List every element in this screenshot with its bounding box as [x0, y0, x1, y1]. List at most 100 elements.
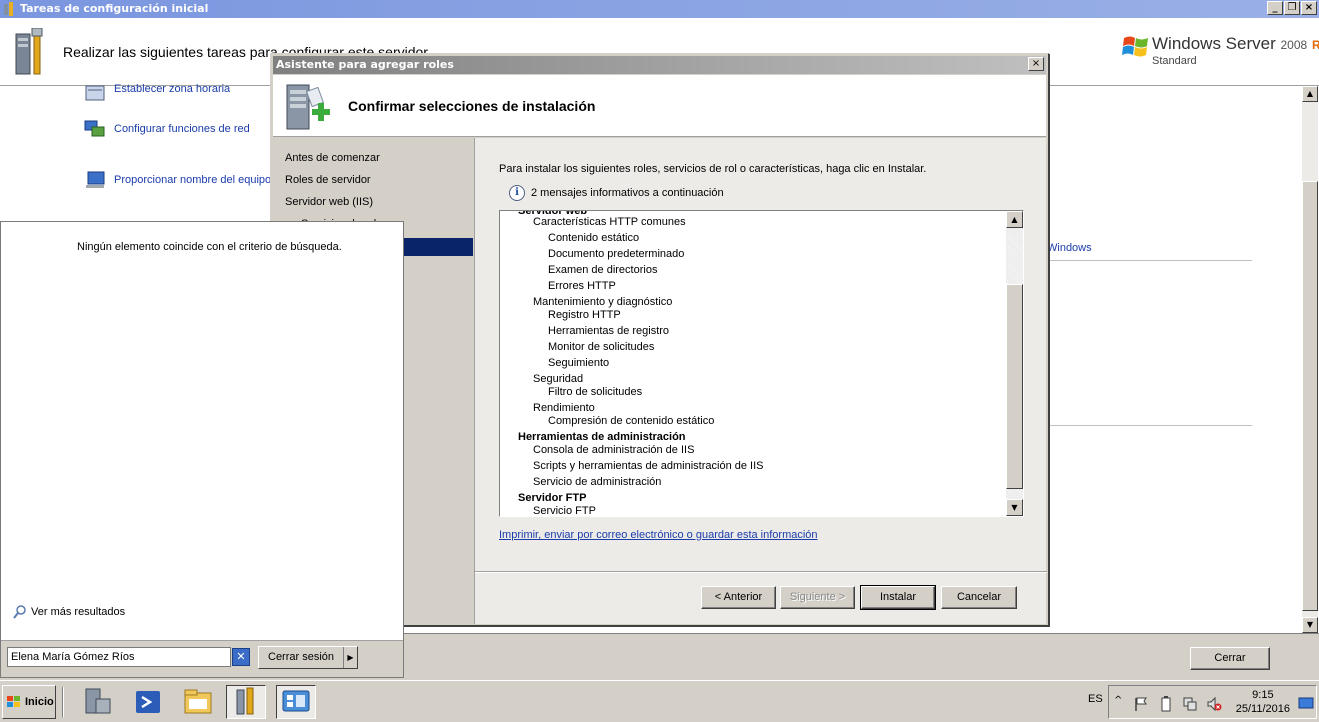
list-scroll-up-button[interactable]: ▲ — [1006, 211, 1023, 228]
add-roles-taskbar-button[interactable] — [276, 685, 316, 719]
powershell-icon[interactable] — [128, 685, 168, 719]
clock-date: 25/11/2016 — [1235, 703, 1290, 715]
info-icon: i — [509, 185, 525, 201]
close-button[interactable]: × — [1301, 1, 1317, 15]
scroll-down-button[interactable]: ▼ — [1302, 617, 1318, 633]
scroll-up-button[interactable]: ▲ — [1302, 86, 1318, 102]
windows-logo-icon — [1122, 36, 1148, 57]
dialog-header: Confirmar selecciones de instalación — [273, 75, 1046, 137]
vertical-scrollbar[interactable]: ▲ ▼ — [1302, 86, 1318, 633]
dialog-close-button[interactable]: × — [1028, 57, 1044, 71]
brand-edition: Standard — [1152, 55, 1197, 67]
divider — [1047, 425, 1252, 426]
install-button[interactable]: Instalar — [860, 585, 936, 610]
dialog-title: Asistente para agregar roles — [276, 58, 454, 71]
link-set-timezone[interactable]: Establecer zona horaria — [114, 83, 230, 95]
roles-wizard-icon — [282, 690, 310, 712]
next-button[interactable]: Siguiente > — [780, 586, 855, 609]
start-search-input[interactable]: Elena María Gómez Ríos — [7, 647, 231, 667]
list-item: Herramientas de registro — [548, 325, 670, 337]
clock-icon — [85, 85, 105, 101]
server-tools-icon — [15, 28, 43, 75]
dialog-separator — [475, 571, 1047, 573]
clock-time: 9:15 — [1252, 689, 1274, 701]
start-menu-bottom: Elena María Gómez Ríos ✕ Cerrar sesión ▶ — [1, 640, 403, 677]
selections-list[interactable]: Servidor web Características HTTP comunes… — [499, 210, 1024, 517]
clock[interactable]: 9:15 25/11/2016 — [1236, 688, 1290, 716]
start-button[interactable]: Inicio — [2, 685, 56, 719]
brand-release: R2 — [1311, 38, 1319, 52]
no-results-text: Ningún elemento coincide con el criterio… — [77, 241, 342, 253]
minimize-button[interactable]: _ — [1267, 1, 1283, 15]
link-configure-network[interactable]: Configurar funciones de red — [114, 123, 250, 135]
list-item: Registro HTTP — [548, 309, 621, 321]
list-item: Servicio FTP — [533, 505, 596, 517]
log-off-label: Cerrar sesión — [268, 651, 335, 663]
server-manager-icon[interactable] — [78, 685, 118, 719]
brand-name: Windows Server — [1152, 34, 1276, 53]
volume-muted-icon[interactable] — [1206, 696, 1222, 712]
explorer-folder-icon[interactable] — [178, 685, 218, 719]
list-scrollbar[interactable]: ▲ ▼ — [1006, 211, 1023, 516]
language-indicator[interactable]: ES — [1088, 693, 1103, 705]
add-role-icon — [286, 84, 330, 130]
list-item: Filtro de solicitudes — [548, 386, 643, 398]
start-label: Inicio — [25, 696, 54, 708]
taskbar: Inicio ES ^ 9:15 25/11/2016 — [0, 680, 1319, 722]
initial-config-taskbar-button[interactable] — [226, 685, 266, 719]
window-title: Tareas de configuración inicial — [20, 2, 209, 15]
list-item: Seguridad — [533, 373, 584, 385]
network-icon — [84, 120, 105, 137]
start-menu: Ningún elemento coincide con el criterio… — [0, 221, 404, 678]
link-windows[interactable]: Windows — [1047, 242, 1092, 254]
list-item: Monitor de solicitudes — [548, 341, 655, 353]
print-email-save-link[interactable]: Imprimir, enviar por correo electrónico … — [499, 529, 818, 541]
brand-version: 2008 — [1280, 38, 1308, 52]
intro-text: Para instalar los siguientes roles, serv… — [499, 163, 927, 175]
nav-item-web-server[interactable]: Servidor web (IIS) — [285, 196, 373, 208]
info-messages: i 2 mensajes informativos a continuación — [509, 185, 724, 201]
list-item: Mantenimiento y diagnóstico — [533, 296, 673, 308]
back-button[interactable]: < Anterior — [701, 586, 776, 609]
restore-button[interactable]: ❐ — [1284, 1, 1300, 15]
list-item: Scripts y herramientas de administración… — [533, 460, 764, 472]
wizard-content: Para instalar los siguientes roles, serv… — [474, 138, 1047, 624]
tools-icon — [236, 687, 254, 715]
list-item: Documento predeterminado — [548, 248, 685, 260]
window-titlebar: Tareas de configuración inicial _ ❐ × — [0, 0, 1319, 18]
see-more-label: Ver más resultados — [31, 606, 126, 618]
list-group-header: Servidor FTP — [518, 492, 587, 504]
divider — [1047, 260, 1252, 261]
network-tray-icon[interactable] — [1182, 696, 1198, 712]
flag-icon[interactable] — [1133, 696, 1149, 712]
list-scroll-down-button[interactable]: ▼ — [1006, 499, 1023, 516]
list-item: Consola de administración de IIS — [533, 444, 695, 456]
log-off-button[interactable]: Cerrar sesión ▶ — [258, 646, 358, 669]
list-item: Contenido estático — [548, 232, 640, 244]
scroll-thumb[interactable] — [1302, 181, 1318, 611]
system-tray: ^ 9:15 25/11/2016 — [1108, 685, 1317, 719]
taskbar-grip — [62, 687, 64, 717]
tools-icon — [4, 2, 13, 16]
list-item: Características HTTP comunes — [533, 216, 686, 228]
info-text: 2 mensajes informativos a continuación — [531, 187, 724, 199]
cancel-button[interactable]: Cancelar — [941, 586, 1017, 609]
dialog-titlebar: Asistente para agregar roles — [273, 56, 1046, 74]
list-item: Examen de directorios — [548, 264, 658, 276]
dialog-heading: Confirmar selecciones de instalación — [348, 98, 596, 114]
clear-search-button[interactable]: ✕ — [232, 648, 250, 666]
list-item: Rendimiento — [533, 402, 595, 414]
list-scroll-thumb[interactable] — [1006, 284, 1023, 489]
computer-icon — [86, 171, 105, 188]
battery-icon[interactable] — [1158, 696, 1174, 712]
close-window-button[interactable]: Cerrar — [1190, 647, 1270, 670]
see-more-results[interactable]: Ver más resultados — [13, 605, 125, 619]
link-computer-name[interactable]: Proporcionar nombre del equipo y — [114, 174, 280, 186]
show-desktop-icon[interactable] — [1298, 696, 1314, 710]
arrow-right-icon[interactable]: ▶ — [343, 647, 357, 668]
list-item: Errores HTTP — [548, 280, 616, 292]
list-item: Servicio de administración — [533, 476, 662, 488]
nav-item-before-begin[interactable]: Antes de comenzar — [285, 152, 380, 164]
nav-item-server-roles[interactable]: Roles de servidor — [285, 174, 371, 186]
chevron-up-icon[interactable]: ^ — [1114, 695, 1122, 706]
